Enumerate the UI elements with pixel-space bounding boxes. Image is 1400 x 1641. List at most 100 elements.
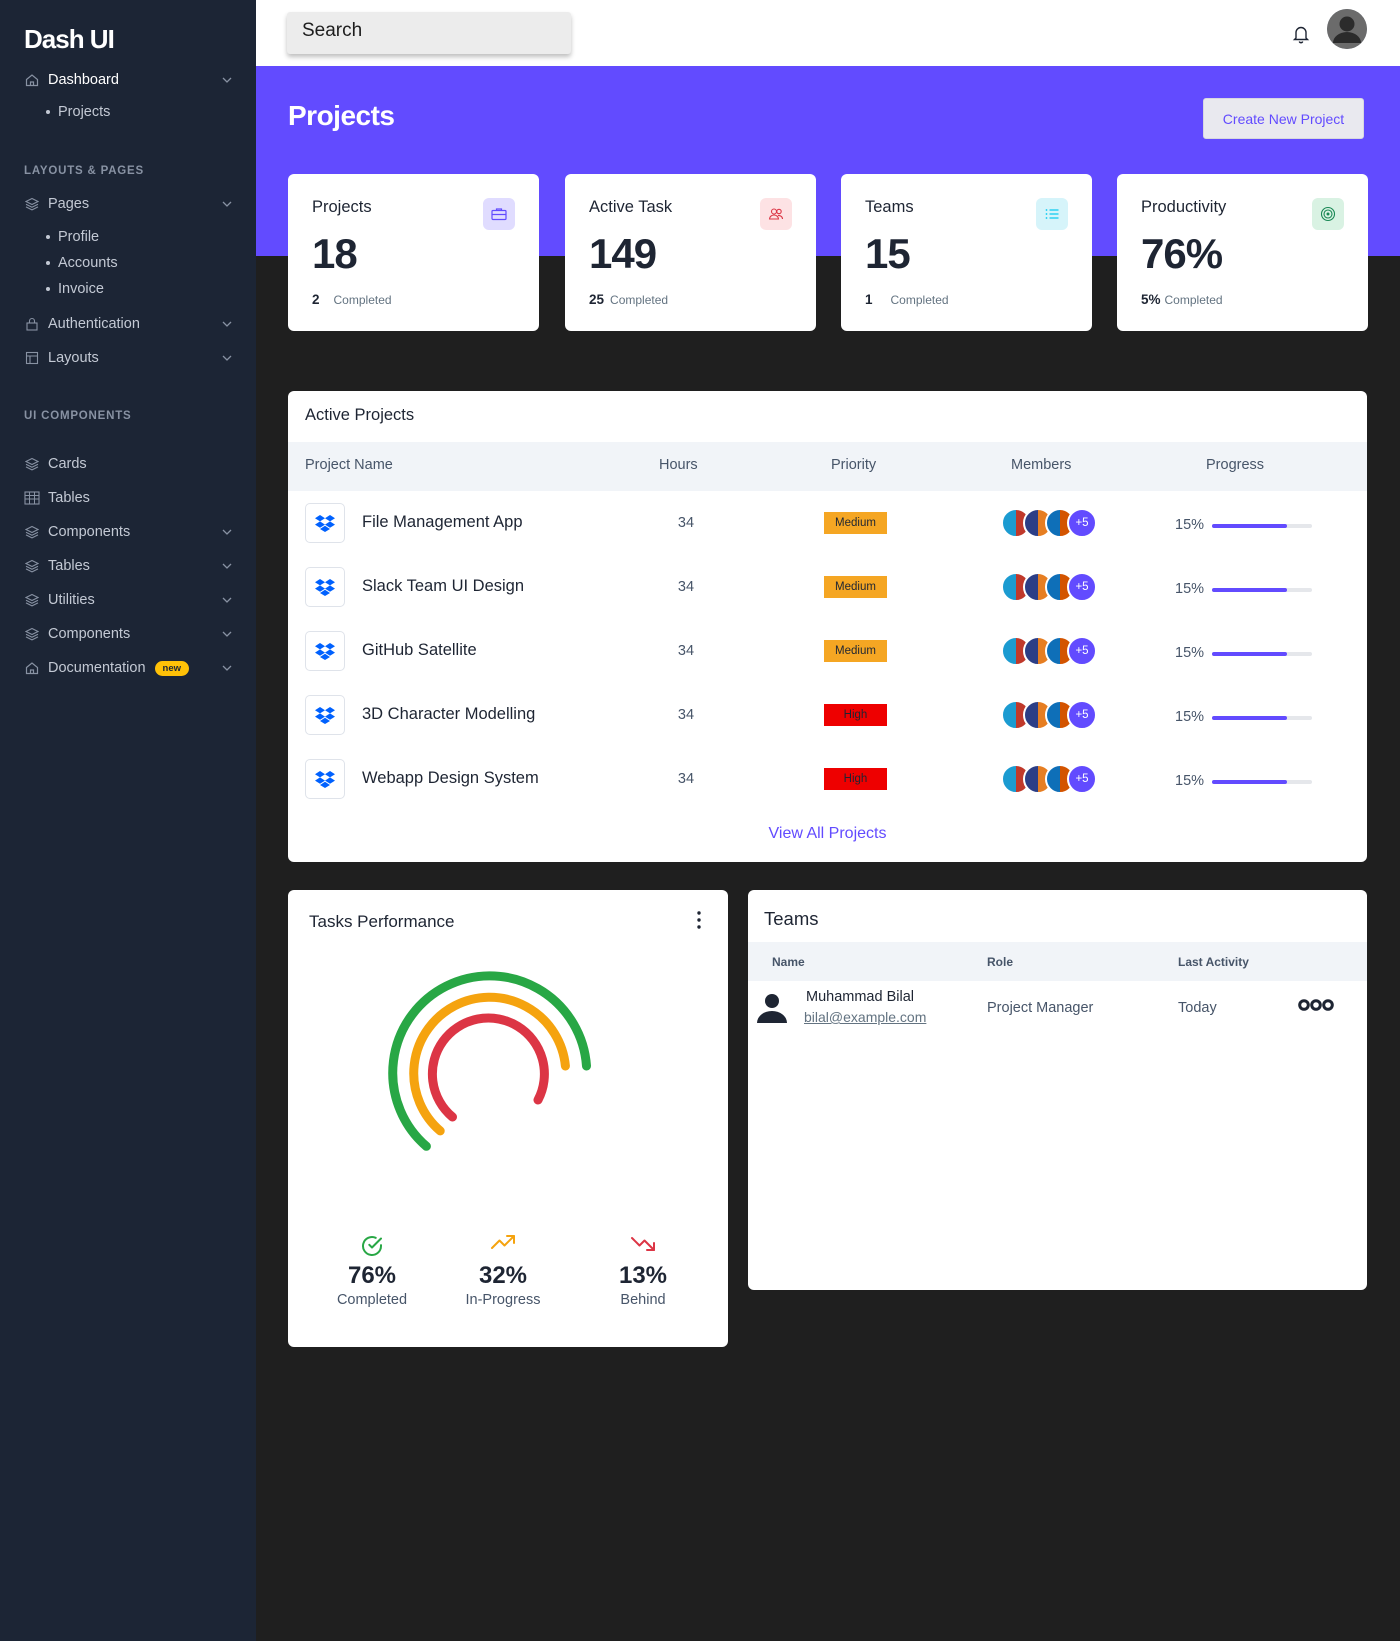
progress-bar bbox=[1212, 588, 1312, 592]
table-row[interactable]: 3D Character Modelling 34 High +5 15% bbox=[288, 683, 1367, 747]
sidebar-item-components-2[interactable]: Components bbox=[24, 622, 232, 646]
more-members-badge[interactable]: +5 bbox=[1067, 636, 1097, 666]
sidebar-subitem-label: Invoice bbox=[58, 281, 104, 297]
sidebar-item-label: Components bbox=[48, 524, 131, 540]
stat-card-teams: Teams 15 1 Completed bbox=[841, 174, 1092, 331]
more-members-badge[interactable]: +5 bbox=[1067, 764, 1097, 794]
chevron-down-icon bbox=[222, 660, 232, 674]
sidebar-item-label: Pages bbox=[48, 196, 90, 212]
card-title: Teams bbox=[764, 908, 819, 929]
member-last-activity: Today bbox=[1178, 1000, 1217, 1016]
chevron-down-icon bbox=[222, 72, 232, 86]
brand-logo[interactable]: Dash UI bbox=[24, 24, 115, 55]
member-email-link[interactable]: bilal@example.com bbox=[804, 1009, 926, 1025]
sidebar-item-label: Authentication bbox=[48, 316, 140, 332]
home-icon bbox=[24, 72, 40, 88]
sidebar-subitem-invoice[interactable]: Invoice bbox=[46, 281, 104, 297]
nav-heading-ui: UI COMPONENTS bbox=[24, 410, 132, 422]
more-members-badge[interactable]: +5 bbox=[1067, 572, 1097, 602]
project-name[interactable]: Webapp Design System bbox=[362, 769, 539, 788]
card-title: Active Projects bbox=[305, 406, 415, 424]
project-name[interactable]: File Management App bbox=[362, 513, 523, 532]
user-avatar[interactable] bbox=[1327, 9, 1367, 49]
sidebar-item-tables-2[interactable]: Tables bbox=[24, 554, 232, 578]
sidebar-item-label: Dashboard bbox=[48, 72, 119, 88]
member-avatar-group: +5 bbox=[1001, 636, 1101, 668]
table-row[interactable]: GitHub Satellite 34 Medium +5 15% bbox=[288, 619, 1367, 683]
topbar: Search bbox=[256, 0, 1400, 66]
column-header: Role bbox=[987, 955, 1014, 969]
progress-bar-fill bbox=[1212, 524, 1287, 528]
people-icon bbox=[760, 198, 792, 230]
nav-heading-layouts: LAYOUTS & PAGES bbox=[24, 165, 144, 177]
sidebar-subitem-accounts[interactable]: Accounts bbox=[46, 255, 118, 271]
check-circle-icon bbox=[312, 1234, 432, 1260]
sidebar-item-utilities[interactable]: Utilities bbox=[24, 588, 232, 612]
create-project-button[interactable]: Create New Project bbox=[1203, 98, 1364, 139]
active-projects-card: Active Projects Project Name Hours Prior… bbox=[288, 391, 1367, 862]
dropbox-icon bbox=[305, 631, 345, 671]
more-horizontal-icon[interactable] bbox=[1298, 998, 1334, 1012]
project-name[interactable]: Slack Team UI Design bbox=[362, 577, 524, 596]
dropbox-icon bbox=[305, 503, 345, 543]
table-row[interactable]: Webapp Design System 34 High +5 15% bbox=[288, 747, 1367, 811]
sidebar-subitem-label: Projects bbox=[58, 104, 111, 120]
stat-footer: 25 Completed bbox=[589, 292, 668, 307]
briefcase-icon bbox=[483, 198, 515, 230]
sidebar-item-pages[interactable]: Pages bbox=[24, 192, 232, 216]
chevron-down-icon bbox=[222, 316, 232, 330]
sidebar-item-components[interactable]: Components bbox=[24, 520, 232, 544]
more-vertical-icon[interactable] bbox=[696, 908, 702, 932]
stat-count: 2 bbox=[312, 292, 320, 307]
progress-percent: 15% bbox=[1175, 709, 1205, 725]
new-badge: new bbox=[154, 660, 190, 676]
member-role: Project Manager bbox=[987, 1000, 1094, 1016]
sidebar-item-tables[interactable]: Tables bbox=[24, 486, 232, 510]
home-icon bbox=[24, 660, 40, 676]
sidebar-item-layouts[interactable]: Layouts bbox=[24, 346, 232, 370]
project-hours: 34 bbox=[677, 771, 695, 787]
project-name[interactable]: 3D Character Modelling bbox=[362, 705, 535, 724]
stat-footer: 5% Completed bbox=[1141, 292, 1223, 307]
sidebar-item-label: Tables bbox=[48, 490, 90, 506]
progress-percent: 15% bbox=[1175, 773, 1205, 789]
sidebar-item-documentation[interactable]: Documentation new bbox=[24, 656, 232, 680]
project-hours: 34 bbox=[677, 643, 695, 659]
more-members-badge[interactable]: +5 bbox=[1067, 508, 1097, 538]
progress-bar-fill bbox=[1212, 716, 1287, 720]
sidebar-item-dashboard[interactable]: Dashboard bbox=[24, 68, 232, 92]
bell-icon[interactable] bbox=[1292, 24, 1310, 44]
chevron-down-icon bbox=[222, 626, 232, 640]
project-name[interactable]: GitHub Satellite bbox=[362, 641, 477, 660]
table-row[interactable]: File Management App 34 Medium +5 15% bbox=[288, 491, 1367, 555]
more-members-badge[interactable]: +5 bbox=[1067, 700, 1097, 730]
stat-title: Active Task bbox=[589, 198, 673, 216]
stat-title: Teams bbox=[865, 198, 914, 216]
sidebar-subitem-projects[interactable]: Projects bbox=[46, 104, 110, 120]
progress-percent: 15% bbox=[1175, 581, 1205, 597]
search-input[interactable]: Search bbox=[287, 12, 571, 54]
progress-bar bbox=[1212, 716, 1312, 720]
stat-label: In-Progress bbox=[465, 1292, 541, 1308]
sidebar-subitem-profile[interactable]: Profile bbox=[46, 229, 99, 245]
table-row: Muhammad Bilal bilal@example.com Project… bbox=[748, 981, 1367, 1041]
view-all-projects-link[interactable]: View All Projects bbox=[288, 825, 1367, 843]
table-icon bbox=[24, 490, 40, 506]
member-name: Muhammad Bilal bbox=[806, 989, 914, 1005]
member-avatar-group: +5 bbox=[1001, 508, 1101, 540]
column-header: Members bbox=[1011, 457, 1072, 473]
column-header: Progress bbox=[1206, 457, 1265, 473]
stat-value: 32% bbox=[478, 1262, 528, 1289]
column-header: Name bbox=[772, 955, 805, 969]
bullet-icon bbox=[46, 235, 50, 239]
sidebar-item-label: Tables bbox=[48, 558, 90, 574]
sidebar-item-authentication[interactable]: Authentication bbox=[24, 312, 232, 336]
sidebar-item-cards[interactable]: Cards bbox=[24, 452, 232, 476]
card-title: Tasks Performance bbox=[309, 912, 455, 931]
column-header: Hours bbox=[659, 457, 698, 473]
chevron-down-icon bbox=[222, 592, 232, 606]
priority-badge: High bbox=[824, 768, 887, 790]
priority-badge: Medium bbox=[824, 640, 887, 662]
table-row[interactable]: Slack Team UI Design 34 Medium +5 15% bbox=[288, 555, 1367, 619]
stat-count: 5% bbox=[1141, 292, 1161, 307]
